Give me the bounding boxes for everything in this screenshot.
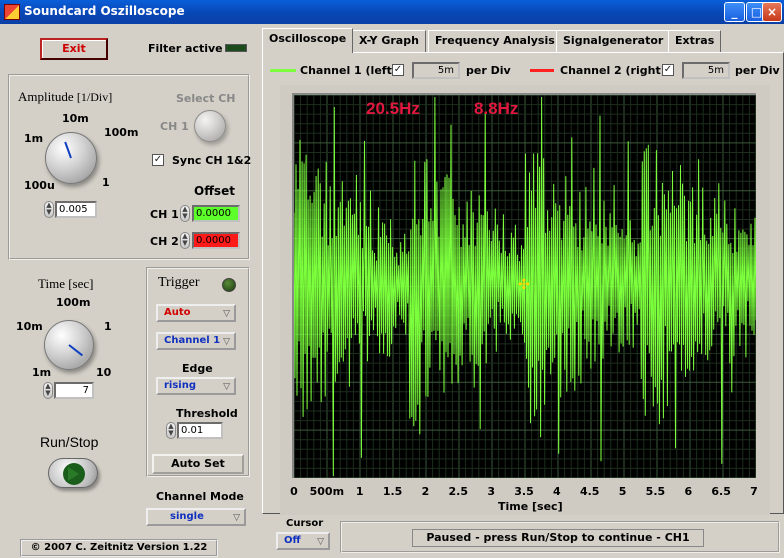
offset-ch1-label: CH 1 bbox=[150, 208, 179, 221]
x-tick-label: 4.5 bbox=[579, 485, 600, 498]
amp-scale-100m: 100m bbox=[104, 126, 139, 139]
x-tick-label: 7 bbox=[750, 485, 758, 498]
minimize-icon[interactable]: _ bbox=[724, 2, 745, 22]
runstop-label: Run/Stop bbox=[40, 434, 99, 450]
time-value[interactable]: 7 bbox=[54, 382, 94, 399]
time-scale-100m: 100m bbox=[56, 296, 91, 309]
x-tick-label: 5.5 bbox=[645, 485, 666, 498]
chevron-down-icon: ▽ bbox=[223, 309, 230, 319]
threshold-value[interactable]: 0.01 bbox=[177, 422, 223, 439]
edge-select[interactable]: rising ▽ bbox=[156, 377, 236, 395]
offset-ch1-value[interactable]: 0.0000 bbox=[192, 205, 240, 222]
time-scale-1m: 1m bbox=[32, 366, 52, 379]
chevron-down-icon: ▽ bbox=[233, 513, 240, 523]
time-title: Time [sec] bbox=[38, 276, 94, 291]
time-scale-10: 10 bbox=[96, 366, 112, 379]
filter-label: Filter active bbox=[148, 42, 223, 55]
threshold-label: Threshold bbox=[176, 407, 238, 420]
ch1-legend-line bbox=[270, 69, 296, 72]
select-ch-ch1: CH 1 bbox=[160, 120, 189, 133]
chevron-down-icon: ▽ bbox=[317, 537, 324, 547]
edge-label: Edge bbox=[182, 362, 213, 375]
sync-checkbox[interactable]: ✓ bbox=[152, 154, 164, 166]
time-scale-1: 1 bbox=[104, 320, 112, 333]
x-tick-label: 1 bbox=[355, 485, 364, 498]
autoset-button[interactable]: Auto Set bbox=[152, 454, 244, 474]
x-tick-label: 2 bbox=[421, 485, 430, 498]
ch2-legend-line bbox=[530, 69, 554, 72]
x-axis-label: Time [sec] bbox=[498, 500, 563, 513]
amp-scale-10m: 10m bbox=[62, 112, 89, 125]
trigger-title: Trigger bbox=[158, 275, 200, 290]
amplitude-knob[interactable] bbox=[45, 132, 97, 184]
offset-ch1-spinner[interactable]: ▲ ▼ bbox=[180, 205, 190, 222]
amp-scale-1: 1 bbox=[102, 176, 110, 189]
cursor-select[interactable]: Off ▽ bbox=[276, 532, 330, 550]
status-text: Paused - press Run/Stop to continue - CH… bbox=[412, 529, 704, 547]
offset-ch2-spinner[interactable]: ▲ ▼ bbox=[180, 232, 190, 249]
tab-signalgenerator[interactable]: Signalgenerator bbox=[556, 30, 671, 52]
x-tick-label: 500m bbox=[309, 485, 345, 498]
offset-ch2-value[interactable]: 0.0000 bbox=[192, 232, 240, 249]
tab-extras[interactable]: Extras bbox=[668, 30, 722, 52]
time-scale-10m: 10m bbox=[16, 320, 43, 333]
chevron-down-icon: ▽ bbox=[223, 382, 230, 392]
cursor-crosshair-icon[interactable]: ✣ bbox=[518, 277, 530, 293]
freq-display-1: 20.5Hz bbox=[366, 99, 420, 118]
close-icon[interactable]: × bbox=[762, 2, 782, 22]
x-tick-label: 0 bbox=[290, 485, 298, 498]
x-tick-label: 6 bbox=[684, 485, 693, 498]
sync-label: Sync CH 1&2 bbox=[172, 154, 252, 167]
ch2-per-div: per Div bbox=[735, 64, 780, 77]
status-bar: Paused - press Run/Stop to continue - CH… bbox=[340, 521, 780, 553]
offset-title: Offset bbox=[194, 184, 235, 198]
threshold-spinner[interactable]: ▲ ▼ bbox=[166, 422, 176, 439]
select-ch-label: Select CH bbox=[176, 92, 236, 105]
ch1-div-value[interactable]: 5m bbox=[412, 62, 460, 79]
ch2-div-value[interactable]: 5m bbox=[682, 62, 730, 79]
filter-led bbox=[225, 44, 247, 52]
time-knob[interactable] bbox=[44, 320, 94, 370]
ch1-checkbox[interactable]: ✓ bbox=[392, 64, 404, 76]
x-tick-label: 4 bbox=[553, 485, 561, 498]
oscilloscope-plot[interactable]: 20.5Hz 8.8Hz ✣ bbox=[292, 93, 756, 478]
trigger-led bbox=[222, 278, 236, 292]
cursor-label: Cursor bbox=[286, 518, 324, 529]
tab-xy-graph[interactable]: X-Y Graph bbox=[352, 30, 426, 52]
control-panel: Exit Filter active Amplitude [1/Div] 10m… bbox=[0, 24, 262, 558]
x-tick-label: 1.5 bbox=[382, 485, 403, 498]
trigger-channel-select[interactable]: Channel 1 ▽ bbox=[156, 332, 236, 350]
tab-oscilloscope[interactable]: Oscilloscope bbox=[262, 28, 354, 53]
x-tick-label: 3 bbox=[487, 485, 495, 498]
copyright-label: © 2007 C. Zeitnitz Version 1.22 bbox=[20, 539, 218, 557]
freq-display-2: 8.8Hz bbox=[474, 99, 519, 118]
x-tick-label: 6.5 bbox=[711, 485, 731, 498]
x-tick-label: 3.5 bbox=[514, 485, 534, 498]
offset-ch2-label: CH 2 bbox=[150, 235, 179, 248]
select-ch-knob[interactable] bbox=[194, 110, 226, 142]
ch1-per-div: per Div bbox=[466, 64, 511, 77]
amp-scale-1m: 1m bbox=[24, 132, 44, 145]
runstop-button[interactable] bbox=[48, 458, 98, 488]
channel-mode-select[interactable]: single ▽ bbox=[146, 508, 246, 526]
ch2-checkbox[interactable]: ✓ bbox=[662, 64, 674, 76]
amplitude-spinner[interactable]: ▲ ▼ bbox=[44, 201, 54, 218]
ch1-label: Channel 1 (left) bbox=[300, 64, 397, 77]
x-tick-label: 5 bbox=[618, 485, 627, 498]
amplitude-value[interactable]: 0.005 bbox=[55, 201, 97, 218]
title-bar: Soundcard Oszilloscope _ □ × bbox=[0, 0, 784, 24]
play-icon bbox=[68, 467, 79, 481]
app-icon bbox=[4, 4, 20, 20]
tab-frequency-analysis[interactable]: Frequency Analysis bbox=[428, 30, 562, 52]
ch2-label: Channel 2 (right) bbox=[560, 64, 666, 77]
amplitude-title: Amplitude [1/Div] bbox=[18, 89, 113, 104]
time-spinner[interactable]: ▲ ▼ bbox=[43, 382, 53, 399]
exit-button[interactable]: Exit bbox=[40, 38, 108, 60]
trigger-mode-select[interactable]: Auto ▽ bbox=[156, 304, 236, 322]
channel-mode-label: Channel Mode bbox=[156, 490, 244, 503]
amp-scale-100u: 100u bbox=[24, 179, 55, 192]
x-tick-label: 2.5 bbox=[448, 485, 469, 498]
window-title: Soundcard Oszilloscope bbox=[24, 4, 185, 18]
chevron-down-icon: ▽ bbox=[223, 337, 230, 347]
